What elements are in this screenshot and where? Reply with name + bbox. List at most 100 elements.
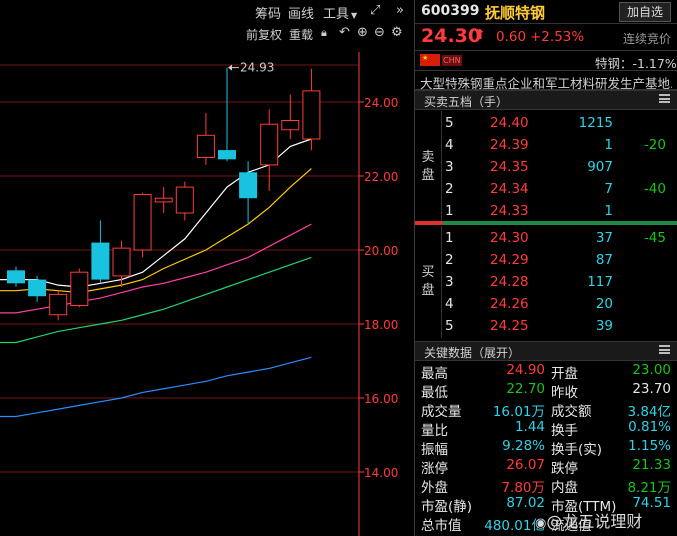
concept-row[interactable]: 大型特殊钢重点企业和军工材料研发生产基地... <box>415 70 677 91</box>
ask-volume: 907 <box>587 159 613 175</box>
kline-chart[interactable]: 24.00 22.00 20.00 18.00 16.00 14.00 24.93 筹码 … <box>0 0 414 536</box>
ask-row[interactable]: 2 24.34 7 -40 <box>415 178 677 201</box>
ask-volume: 1215 <box>578 115 613 131</box>
add-watchlist-button[interactable]: 加自选 <box>619 2 671 22</box>
kline-canvas[interactable]: 24.00 22.00 20.00 18.00 16.00 14.00 24.93 <box>0 0 414 536</box>
bid-volume: 117 <box>587 274 613 290</box>
price-row: 24.30 ⬆ 0.60 +2.53% 连续竞价 <box>415 24 677 50</box>
candles <box>7 67 321 321</box>
menu-icon[interactable] <box>659 345 670 354</box>
adjust-price-button[interactable]: 前复权 <box>246 26 282 43</box>
tools-label: 工具 <box>323 7 350 22</box>
bid-volume: 39 <box>595 318 613 334</box>
bid-row[interactable]: 5 24.25 39 <box>415 315 677 338</box>
y-axis: 24.00 22.00 20.00 18.00 16.00 14.00 <box>358 52 398 536</box>
keydata-label: 最低 <box>421 385 448 401</box>
ask-price: 24.33 <box>490 203 529 219</box>
keydata-row: 最低 22.70 昨收 23.70 <box>415 380 677 401</box>
market-badge: CHN <box>442 55 462 66</box>
candle-body <box>133 194 152 251</box>
keydata-value: 9.28% <box>502 438 545 454</box>
candle <box>70 268 89 308</box>
y-tick-label: 22.00 <box>364 170 398 184</box>
bids-list: 1 24.30 37 -45 2 24.29 87 3 24.28 117 4 24.26 20 5 24.… <box>415 227 677 339</box>
keydata-value: 22.70 <box>506 381 545 397</box>
ask-row[interactable]: 1 24.33 1 <box>415 200 677 223</box>
keydata-label: 量比 <box>421 423 448 439</box>
collapse-icon[interactable]: » <box>396 3 404 18</box>
ask-level: 4 <box>445 137 454 153</box>
keydata-header[interactable]: 关键数据（展开） <box>415 341 677 361</box>
candle <box>260 109 279 191</box>
keydata-label: 成交额 <box>551 404 592 420</box>
orderbook-header[interactable]: 买卖五档（手） <box>415 90 677 110</box>
ask-delta: -40 <box>643 181 666 197</box>
keydata-label: 最高 <box>421 366 448 382</box>
watermark-text: @龙五说理财 <box>546 512 643 531</box>
keydata-label: 内盘 <box>551 480 578 496</box>
bid-row[interactable]: 3 24.28 117 <box>415 271 677 294</box>
ma20-line <box>0 223 312 314</box>
fullscreen-icon[interactable]: ⤢ <box>370 3 380 18</box>
bid-row[interactable]: 4 24.26 20 <box>415 293 677 316</box>
ask-volume: 7 <box>604 181 613 197</box>
gear-icon[interactable]: ⚙ <box>391 25 403 40</box>
bid-row[interactable]: 1 24.30 37 -45 <box>415 227 677 250</box>
bid-volume: 20 <box>595 296 613 312</box>
bid-row[interactable]: 2 24.29 87 <box>415 249 677 272</box>
tools-button[interactable]: 工具 ▼ <box>323 3 357 22</box>
ask-level: 1 <box>445 203 454 219</box>
keydata-label: 换手 <box>551 423 578 439</box>
quote-panel: 600399 抚顺特钢 加自选 24.30 ⬆ 0.60 +2.53% 连续竞价… <box>414 0 677 536</box>
ask-price: 24.35 <box>490 159 529 175</box>
keydata-value: 3.84亿 <box>627 404 671 420</box>
keydata-row: 外盘 7.80万 内盘 8.21万 <box>415 475 677 496</box>
keydata-label: 振幅 <box>421 442 448 458</box>
bid-price: 24.29 <box>490 252 529 268</box>
buy-strength-fill <box>443 221 677 225</box>
candle-body <box>91 242 110 280</box>
up-arrow-icon: ⬆ <box>474 27 486 43</box>
candle-body <box>196 134 215 159</box>
keydata-row: 最高 24.90 开盘 23.00 <box>415 361 677 382</box>
draw-line-button[interactable]: 画线 <box>288 3 314 22</box>
keydata-value: 0.81% <box>628 419 671 435</box>
watermark: ◉@龙五说理财 <box>535 508 642 532</box>
bid-volume: 87 <box>595 252 613 268</box>
candle-body <box>239 172 258 199</box>
candle <box>154 187 173 213</box>
asks-list: 5 24.40 1215 4 24.39 1 -20 3 24.35 907 2 24.34 7 -40 1… <box>415 112 677 224</box>
keydata-value: 16.01万 <box>492 404 545 420</box>
bid-price: 24.26 <box>490 296 529 312</box>
keydata-label: 涨停 <box>421 461 448 477</box>
chips-button[interactable]: 筹码 <box>255 3 281 22</box>
sector-row[interactable]: ★ CHN 特钢：-1.17% <box>415 50 677 71</box>
stock-code: 600399 <box>421 3 480 19</box>
zoom-in-icon[interactable]: ⊕ <box>357 25 368 40</box>
last-price: 24.30 <box>421 25 482 47</box>
ask-row[interactable]: 3 24.35 907 <box>415 156 677 179</box>
bid-delta: -45 <box>643 230 666 246</box>
keydata-value: 23.70 <box>632 381 671 397</box>
menu-icon[interactable] <box>659 94 670 103</box>
ask-delta: -20 <box>643 137 666 153</box>
keydata-label: 总市值 <box>421 518 462 534</box>
candle <box>49 290 68 321</box>
candle-body <box>281 120 300 131</box>
lock-icon[interactable]: 🔒︎ <box>321 26 327 40</box>
overlay-button[interactable]: 重载 <box>289 26 313 43</box>
candle-body <box>112 247 131 277</box>
stock-name: 抚顺特钢 <box>485 4 546 22</box>
ask-row[interactable]: 5 24.40 1215 <box>415 112 677 135</box>
bid-price: 24.28 <box>490 274 529 290</box>
ask-row[interactable]: 4 24.39 1 -20 <box>415 134 677 157</box>
keydata-label: 昨收 <box>551 385 578 401</box>
ma60-line <box>0 356 312 418</box>
undo-icon[interactable]: ↶ <box>339 25 350 40</box>
strength-bar <box>415 221 677 225</box>
zoom-out-icon[interactable]: ⊖ <box>374 25 385 40</box>
ask-volume: 1 <box>604 203 613 219</box>
keydata-title: 关键数据（展开） <box>424 346 521 360</box>
keydata-label: 开盘 <box>551 366 578 382</box>
keydata-value: 8.21万 <box>627 480 671 496</box>
